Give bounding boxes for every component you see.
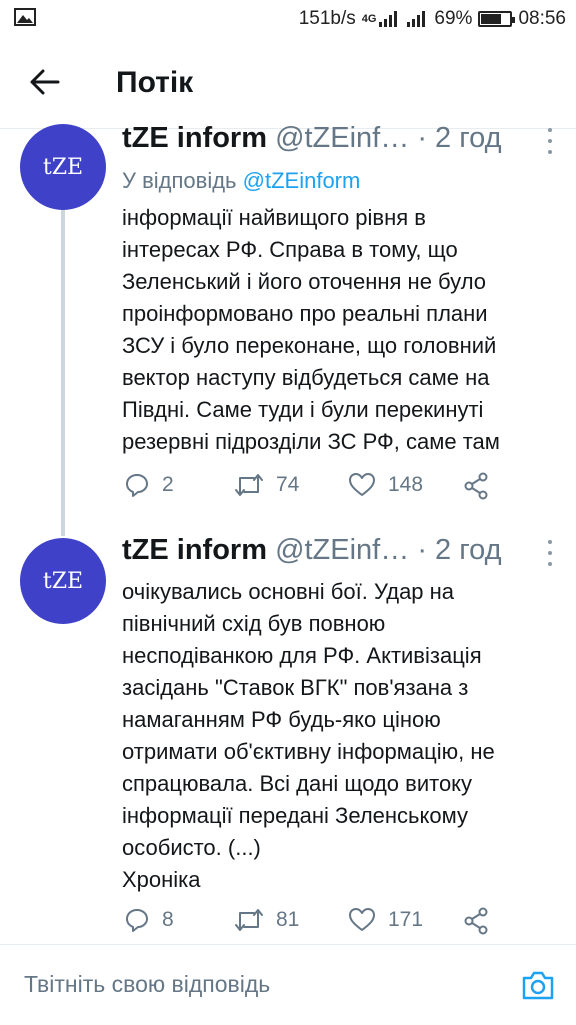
signal-icon [379,11,398,27]
heart-icon [349,908,375,931]
reply-button[interactable]: 2 [124,472,174,498]
camera-icon[interactable] [520,967,556,1003]
author-handle: @tZEinf… [275,534,410,566]
author-handle: @tZEinf… [275,122,410,154]
reply-count: 2 [162,473,174,496]
battery-icon [478,11,516,27]
tweet-actions: 2 74 148 [124,472,564,504]
tweet-actions: 8 81 171 [124,907,564,939]
clock: 08:56 [518,8,566,29]
retweet-icon [235,909,263,931]
reply-context: У відповідь @tZEinform [122,168,360,194]
retweet-icon [235,474,263,496]
comment-icon [126,909,148,932]
status-bar: 151b/s 4G 69% 08:56 [0,0,576,38]
like-button[interactable]: 171 [348,907,423,933]
like-count: 171 [388,908,424,931]
avatar[interactable]: tZE [20,124,106,210]
reply-handle-link[interactable]: @tZEinform [243,168,361,193]
reply-compose-bar: Твітніть свою відповідь [0,944,576,1025]
battery-percent: 69% [434,8,473,29]
author-name[interactable]: tZE inform [122,534,267,566]
tweet-text-content: інформації найвищого рівня в інтересах Р… [122,205,500,454]
reply-prefix: У відповідь [122,168,237,193]
reply-input[interactable]: Твітніть свою відповідь [24,971,270,998]
more-vertical-icon[interactable] [546,540,554,566]
signal-icon [407,11,426,27]
share-icon [464,472,488,500]
arrow-left-icon [30,69,60,95]
reply-button[interactable]: 8 [124,907,174,933]
heart-icon [349,473,375,496]
tweet-text: очікувались основні бої. Удар на північн… [122,576,562,896]
back-button[interactable] [26,64,64,100]
tweet-time: 2 год [435,122,502,154]
page-title: Потік [116,66,194,99]
share-button[interactable] [462,907,490,935]
share-button[interactable] [462,472,490,500]
tweet-text-content: очікувались основні бої. Удар на північн… [122,579,495,892]
thread-line [61,208,65,536]
avatar[interactable]: tZE [20,538,106,624]
retweet-button[interactable]: 81 [234,907,299,933]
network-type: 4G [361,13,377,25]
comment-icon [126,474,148,497]
share-icon [464,907,488,935]
image-notification-icon [14,8,36,26]
separator: · [417,534,427,566]
app-bar: Потік [0,38,576,129]
network-speed: 151b/s [298,8,356,29]
tweet-header: tZE inform @tZEinf… · 2 год [122,534,556,568]
tweet-text: інформації найвищого рівня в інтересах Р… [122,202,562,458]
retweet-count: 74 [276,473,300,496]
more-vertical-icon[interactable] [546,128,554,154]
separator: · [417,122,427,154]
like-button[interactable]: 148 [348,472,423,498]
reply-count: 8 [162,908,174,931]
tweet-header: tZE inform @tZEinf… · 2 год [122,122,556,156]
like-count: 148 [388,473,424,496]
retweet-count: 81 [276,908,300,931]
author-name[interactable]: tZE inform [122,122,267,154]
tweet-time: 2 год [435,534,502,566]
retweet-button[interactable]: 74 [234,472,299,498]
